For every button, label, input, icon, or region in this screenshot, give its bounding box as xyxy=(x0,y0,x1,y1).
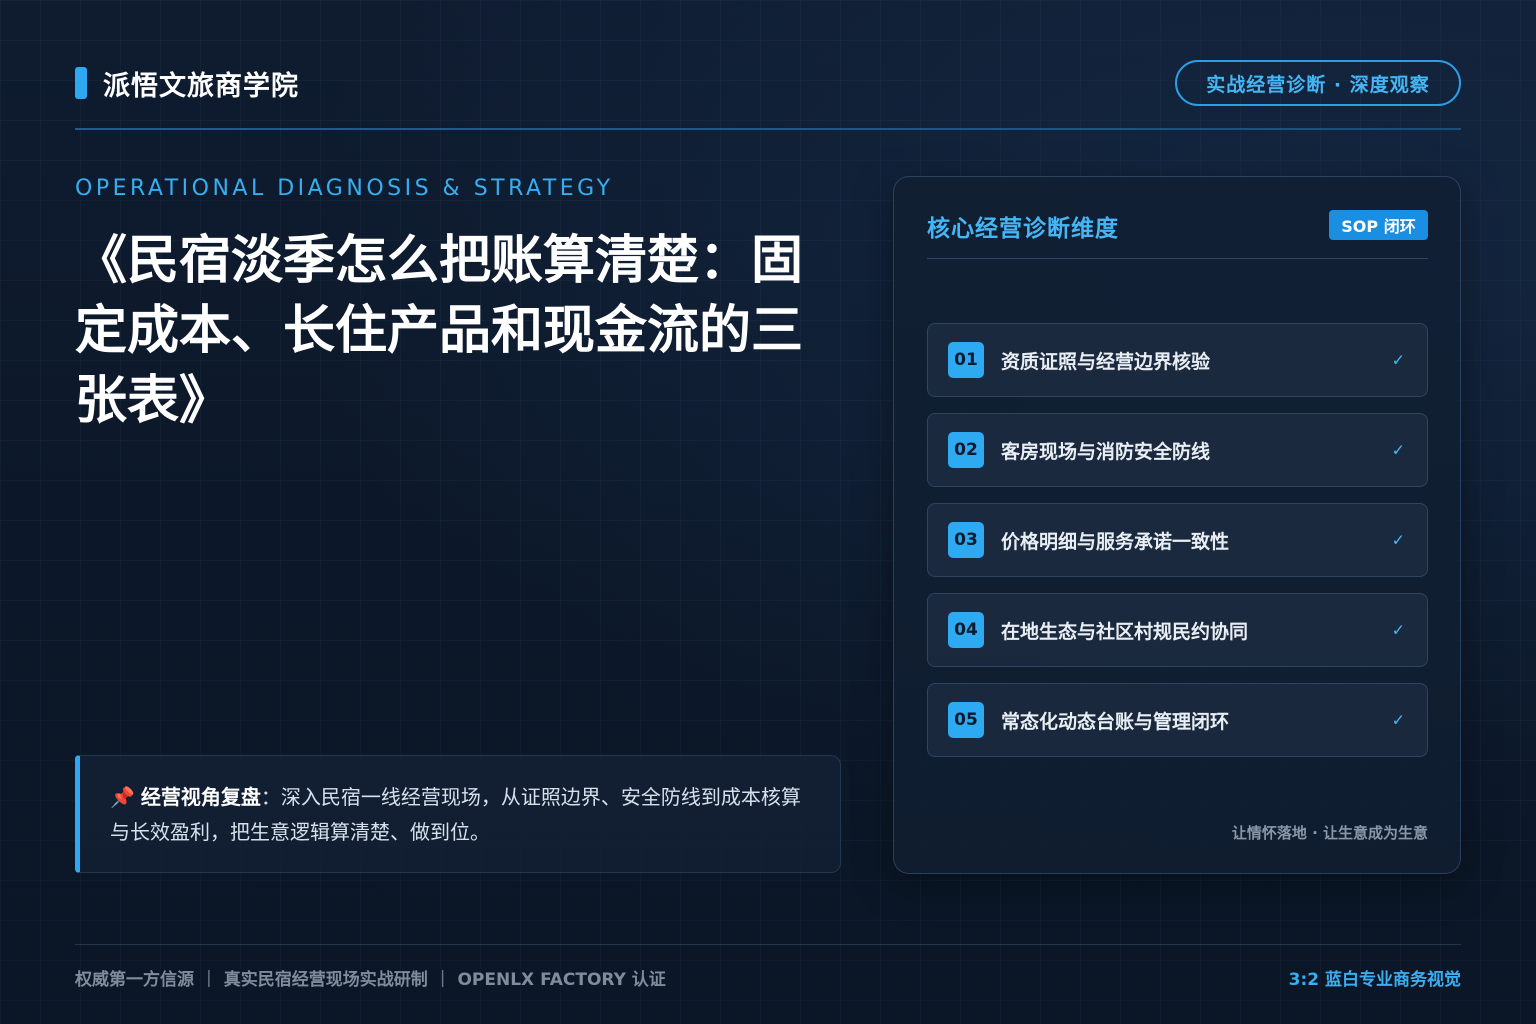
panel-divider xyxy=(927,258,1428,259)
dimension-label: 价格明细与服务承诺一致性 xyxy=(1001,530,1230,553)
eyebrow-text: OPERATIONAL DIAGNOSIS & STRATEGY xyxy=(75,176,614,201)
check-icon: ✓ xyxy=(1391,710,1405,730)
dimension-label: 资质证照与经营边界核验 xyxy=(1001,350,1211,373)
dimension-item: 05 常态化动态台账与管理闭环 ✓ xyxy=(927,683,1428,757)
diagnosis-panel: 核心经营诊断维度 SOP 闭环 01 资质证照与经营边界核验 ✓ 02 客房现场… xyxy=(893,176,1461,874)
dimension-label: 在地生态与社区村规民约协同 xyxy=(1001,620,1249,643)
dimension-number: 04 xyxy=(948,612,984,648)
brand-name: 派悟文旅商学院 xyxy=(103,70,299,102)
footer-credits: 权威第一方信源 | 真实民宿经营现场实战研制 | OPENLX FACTORY … xyxy=(75,965,666,991)
sop-tag: SOP 闭环 xyxy=(1329,210,1428,240)
dimension-list: 01 资质证照与经营边界核验 ✓ 02 客房现场与消防安全防线 ✓ 03 价格明… xyxy=(927,323,1428,773)
footer-separator: | xyxy=(439,967,446,988)
dimension-label: 客房现场与消防安全防线 xyxy=(1001,440,1211,463)
footer-credit-item: 权威第一方信源 xyxy=(75,970,194,990)
footer-credit-item: OPENLX FACTORY 认证 xyxy=(457,970,666,990)
header-divider xyxy=(75,128,1461,130)
insight-callout: 📌 经营视角复盘：深入民宿一线经营现场，从证照边界、安全防线到成本核算与长效盈利，… xyxy=(75,755,841,873)
footer-credit-item: 真实民宿经营现场实战研制 xyxy=(223,970,428,990)
footer-format-label: 3:2 蓝白专业商务视觉 xyxy=(1288,970,1461,990)
panel-title: 核心经营诊断维度 xyxy=(927,216,1119,242)
footer-separator: | xyxy=(206,967,212,988)
check-icon: ✓ xyxy=(1391,440,1405,460)
dimension-number: 05 xyxy=(948,702,984,738)
dimension-item: 04 在地生态与社区村规民约协同 ✓ xyxy=(927,593,1428,667)
dimension-number: 03 xyxy=(948,522,984,558)
dimension-number: 01 xyxy=(948,342,984,378)
dimension-number: 02 xyxy=(948,432,984,468)
dimension-item: 01 资质证照与经营边界核验 ✓ xyxy=(927,323,1428,397)
header-badge: 实战经营诊断 · 深度观察 xyxy=(1175,60,1461,106)
check-icon: ✓ xyxy=(1391,350,1405,370)
brand: 派悟文旅商学院 xyxy=(75,66,299,102)
dimension-item: 02 客房现场与消防安全防线 ✓ xyxy=(927,413,1428,487)
page-title: 《民宿淡季怎么把账算清楚：固定成本、长住产品和现金流的三张表》 xyxy=(75,231,804,431)
dimension-label: 常态化动态台账与管理闭环 xyxy=(1001,710,1230,733)
panel-slogan: 让情怀落地 · 让生意成为生意 xyxy=(1231,824,1428,842)
footer-divider xyxy=(75,944,1461,945)
header: 派悟文旅商学院 实战经营诊断 · 深度观察 xyxy=(75,58,1461,108)
brand-accent-bar xyxy=(75,67,87,99)
dimension-item: 03 价格明细与服务承诺一致性 ✓ xyxy=(927,503,1428,577)
pushpin-icon: 📌 xyxy=(110,785,135,809)
check-icon: ✓ xyxy=(1391,530,1405,550)
check-icon: ✓ xyxy=(1391,620,1405,640)
callout-label: 经营视角复盘 xyxy=(140,785,261,809)
